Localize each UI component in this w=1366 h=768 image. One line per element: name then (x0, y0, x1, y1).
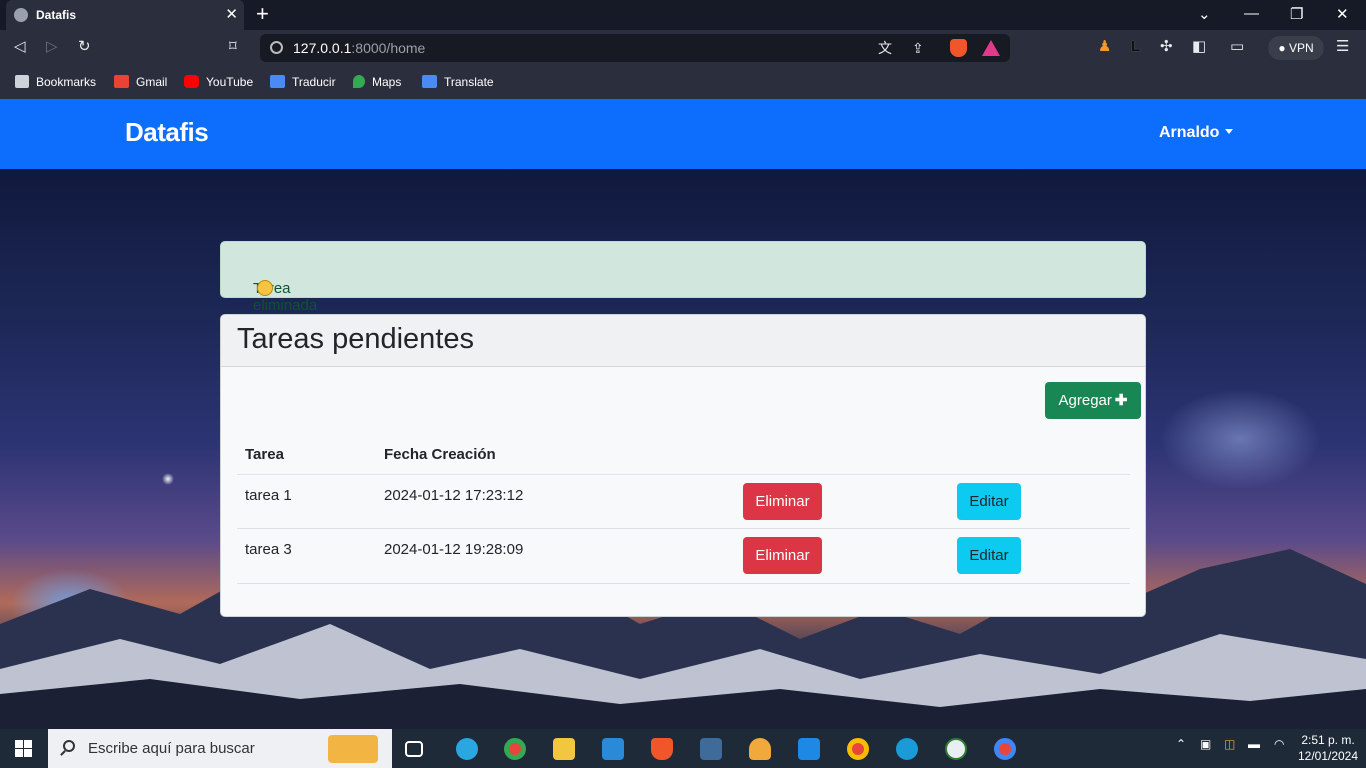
maps-icon (353, 75, 365, 88)
duck-app-icon[interactable] (749, 738, 771, 760)
wallet-icon[interactable]: ▭ (1230, 38, 1244, 56)
tray-chevron-icon[interactable]: ⌃ (1176, 737, 1186, 751)
task-view-icon[interactable] (405, 741, 423, 757)
brave-icon[interactable] (651, 738, 673, 760)
task-created: 2024-01-12 19:28:09 (384, 541, 524, 558)
gmail-icon (114, 75, 129, 88)
reload-button[interactable]: ↻ (78, 38, 91, 56)
table-divider (237, 583, 1130, 584)
clock-time: 2:51 p. m. (1301, 733, 1355, 747)
bookmark-item[interactable]: Translate (422, 73, 494, 91)
tab-title: Datafis (36, 8, 77, 22)
address-bar[interactable]: 127.0.0.1:8000/home 文 ⇪ (260, 34, 1010, 62)
column-header-task: Tarea (245, 446, 284, 463)
edit-task-button[interactable]: Editar (957, 483, 1021, 520)
windows-taskbar: Escribe aquí para buscar ⌃ ▣ ◫ ▬ ◠ 2:51 … (0, 729, 1366, 768)
bookmark-page-icon[interactable]: ⌑ (229, 38, 237, 56)
edit-task-button[interactable]: Editar (957, 537, 1021, 574)
tasks-card: Tareas pendientes Agregar ✚ Tarea Fecha C… (220, 314, 1146, 617)
table-row: tarea 1 2024-01-12 17:23:12 Eliminar Edi… (237, 474, 1130, 528)
success-alert: Tarea eliminada correctamente (220, 241, 1146, 331)
bookmark-item[interactable]: Maps (353, 73, 401, 91)
globe-icon (14, 8, 28, 22)
table-row: tarea 3 2024-01-12 19:28:09 Eliminar Edi… (237, 528, 1130, 582)
search-highlight-icon (328, 735, 378, 763)
site-info-icon[interactable] (270, 41, 283, 54)
card-header: Tareas pendientes (221, 315, 1145, 367)
task-name: tarea 1 (245, 487, 292, 504)
page-viewport: Datafis Arnaldo Tarea eliminada correcta… (0, 99, 1366, 729)
extension-icon[interactable]: ♟ (1098, 38, 1111, 56)
vscode-icon[interactable] (798, 738, 820, 760)
brave-rewards-icon[interactable] (982, 40, 1000, 56)
column-header-created: Fecha Creación (384, 446, 496, 463)
chrome-icon[interactable] (504, 738, 526, 760)
youtube-icon (184, 75, 199, 88)
brand-logo[interactable]: Datafis (125, 117, 209, 148)
extension-l-icon[interactable]: L (1131, 38, 1140, 56)
translate-icon (270, 75, 285, 88)
browser-tabbar: Datafis ✕ + ⌄ — ❐ ✕ (0, 0, 1366, 30)
brave-shields-icon[interactable] (950, 39, 967, 57)
plus-icon: ✚ (1114, 392, 1128, 409)
windows-start-icon[interactable] (15, 740, 32, 757)
task-created: 2024-01-12 17:23:12 (384, 487, 524, 504)
menu-icon[interactable]: ☰ (1336, 38, 1349, 56)
restore-button[interactable]: ❐ (1290, 5, 1303, 23)
new-tab-button[interactable]: + (256, 1, 269, 27)
chrome-profile-icon[interactable] (847, 738, 869, 760)
minimize-button[interactable]: — (1244, 5, 1259, 22)
extensions-puzzle-icon[interactable]: ✣ (1160, 38, 1173, 56)
wifi-icon[interactable]: ◠ (1274, 737, 1284, 751)
mysql-workbench-icon[interactable] (700, 738, 722, 760)
bookmark-item[interactable]: Gmail (114, 73, 167, 91)
bookmark-item[interactable]: Bookmarks (15, 73, 96, 91)
bookmark-item[interactable]: Traducir (270, 73, 336, 91)
translate-icon (422, 75, 437, 88)
close-window-button[interactable]: ✕ (1336, 5, 1349, 23)
app-drop-icon[interactable] (896, 738, 918, 760)
meet-icon[interactable]: ▣ (1200, 737, 1211, 751)
bookmark-item[interactable]: YouTube (184, 73, 253, 91)
edge-icon[interactable] (456, 738, 478, 760)
card-title: Tareas pendientes (237, 323, 474, 355)
top-navbar: Datafis Arnaldo (0, 99, 1366, 169)
share-icon[interactable]: ⇪ (912, 39, 924, 57)
browser-toolbar: ◁ ▷ ↻ ⌑ 127.0.0.1:8000/home 文 ⇪ ♟ L ✣ ◧ … (0, 30, 1366, 66)
sidebar-icon[interactable]: ◧ (1192, 38, 1206, 56)
bookmarks-bar: Bookmarks Gmail YouTube Traducir Maps Tr… (0, 66, 1366, 99)
browser-tab[interactable]: Datafis ✕ (6, 0, 244, 30)
smiley-icon (257, 280, 273, 296)
delete-task-button[interactable]: Eliminar (743, 483, 822, 520)
taskbar-clock[interactable]: 2:51 p. m. 12/01/2024 (1293, 732, 1363, 764)
add-task-button[interactable]: Agregar ✚ (1045, 382, 1141, 419)
taskbar-search-box[interactable]: Escribe aquí para buscar (48, 729, 392, 768)
chrome-alt-icon[interactable] (994, 738, 1016, 760)
folder-icon (15, 75, 29, 88)
notification-icon[interactable]: ◫ (1224, 737, 1235, 751)
search-icon (63, 740, 75, 752)
file-explorer-icon[interactable] (553, 738, 575, 760)
delete-task-button[interactable]: Eliminar (743, 537, 822, 574)
url-text[interactable]: 127.0.0.1:8000/home (293, 40, 425, 56)
battery-icon[interactable]: ▬ (1248, 737, 1260, 751)
translate-page-icon[interactable]: 文 (878, 39, 892, 57)
clock-date: 12/01/2024 (1297, 749, 1359, 763)
forward-button[interactable]: ▷ (46, 38, 58, 56)
caret-down-icon (1225, 129, 1234, 134)
search-placeholder: Escribe aquí para buscar (88, 740, 255, 757)
mail-icon[interactable] (602, 738, 624, 760)
hs-app-icon[interactable] (945, 738, 967, 760)
tab-list-chevron-icon[interactable]: ⌄ (1198, 5, 1211, 23)
task-name: tarea 3 (245, 541, 292, 558)
vpn-button[interactable]: ● VPN (1268, 36, 1324, 60)
back-button[interactable]: ◁ (14, 38, 26, 56)
close-tab-icon[interactable]: ✕ (225, 5, 238, 23)
vpn-status-icon: ● (1278, 41, 1289, 55)
user-dropdown[interactable]: Arnaldo (1159, 124, 1234, 142)
